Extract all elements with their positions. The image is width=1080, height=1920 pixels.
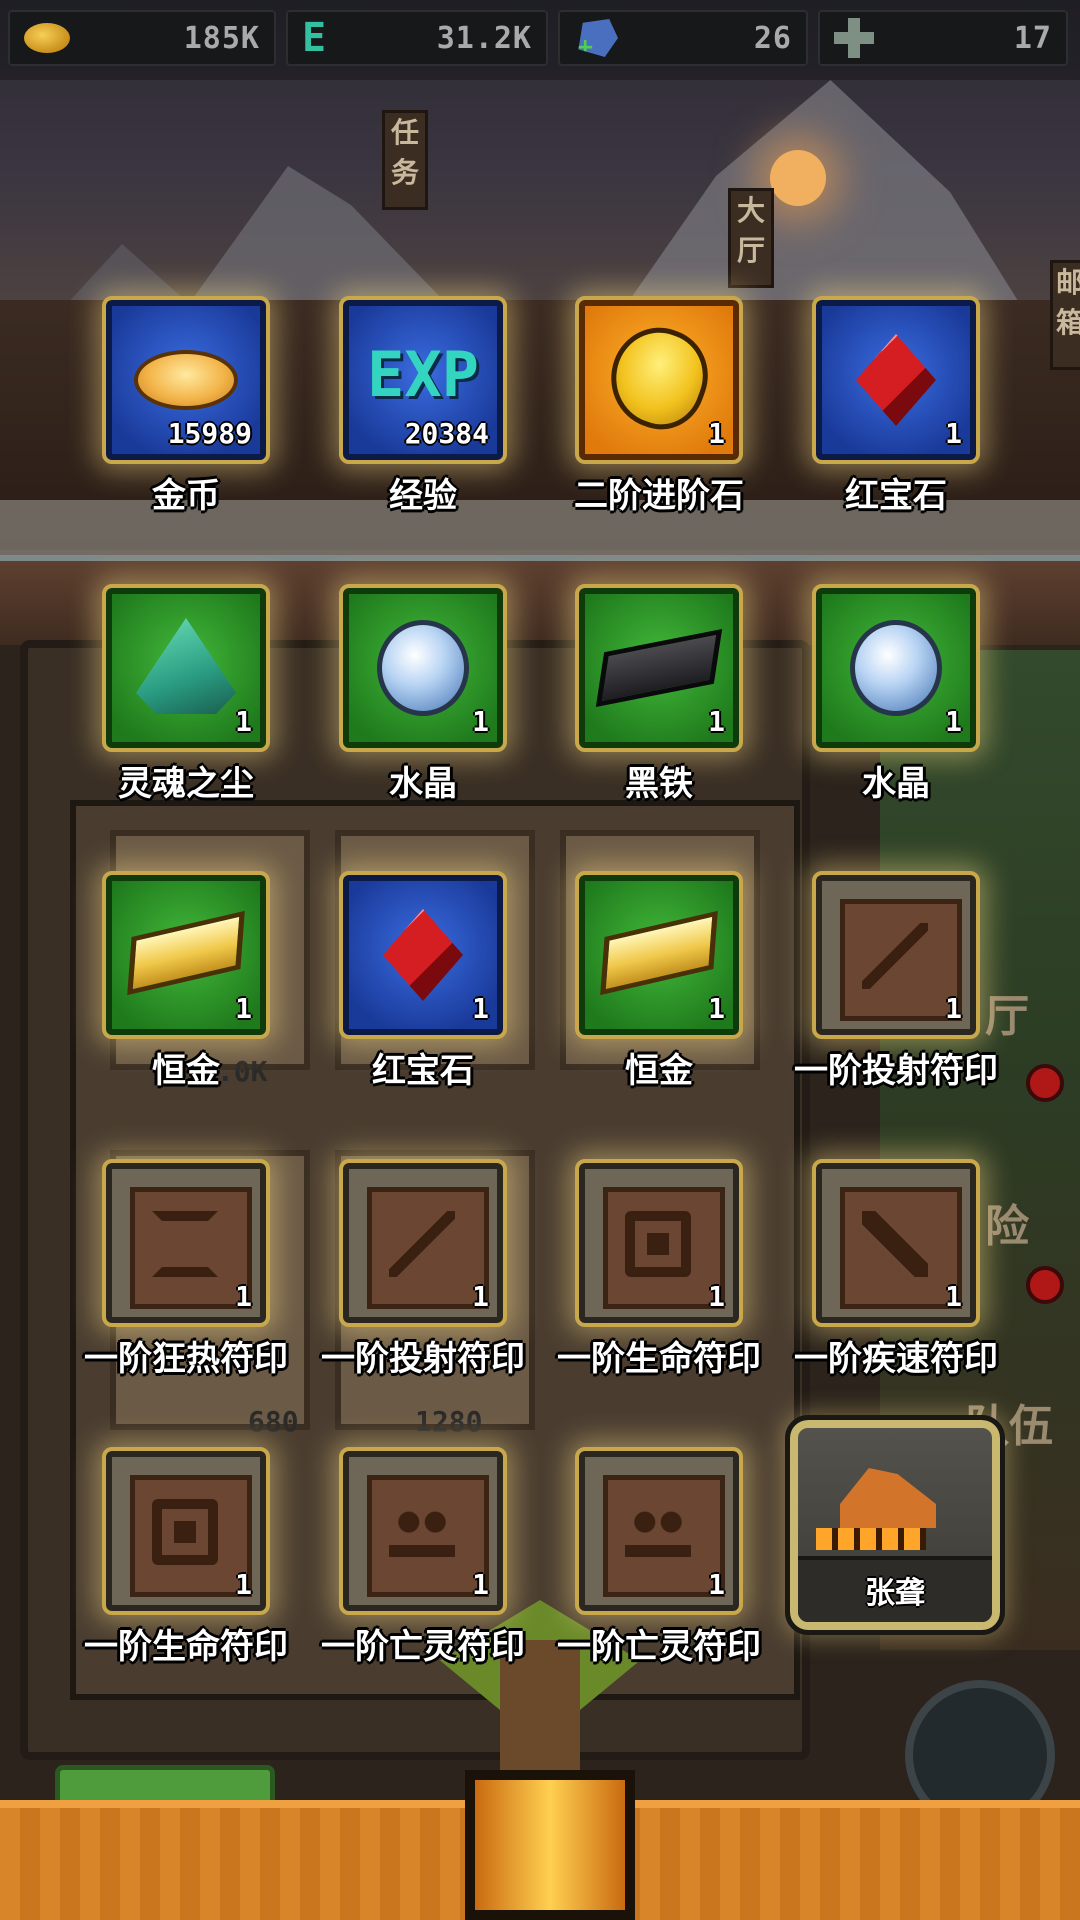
reward-slot[interactable]: 1: [102, 584, 270, 752]
reward-slot[interactable]: 1: [102, 1447, 270, 1615]
hero-card[interactable]: 张聋: [785, 1415, 1005, 1635]
reward-item[interactable]: 1 一阶投射符印: [283, 1159, 525, 1403]
reward-slot[interactable]: 1: [102, 1159, 270, 1327]
reward-name: 一阶疾速符印: [794, 1339, 998, 1379]
reward-count: 1: [945, 705, 962, 738]
reward-count: 1: [472, 992, 489, 1025]
reward-item[interactable]: 1 灵魂之尘: [46, 584, 286, 828]
reward-slot[interactable]: 1: [575, 584, 743, 752]
black-iron-icon: [595, 628, 723, 708]
reward-item[interactable]: 1 一阶生命符印: [46, 1447, 288, 1691]
rune-life-icon: [625, 1211, 691, 1277]
reward-item[interactable]: 1 一阶投射符印: [756, 871, 998, 1115]
reward-slot[interactable]: 1: [812, 1159, 980, 1327]
reward-slot[interactable]: 1: [339, 1447, 507, 1615]
reward-item[interactable]: 1 恒金: [519, 871, 759, 1115]
reward-item[interactable]: 1 水晶: [283, 584, 523, 828]
reward-slot[interactable]: 15989: [102, 296, 270, 464]
reward-item[interactable]: 1 一阶疾速符印: [756, 1159, 998, 1403]
ruby-icon: [856, 334, 936, 426]
reward-name: 红宝石: [845, 476, 947, 516]
reward-item[interactable]: 15989 金币: [46, 296, 286, 540]
gold-bar-icon: [127, 910, 245, 996]
rune-frenzy-icon: [152, 1211, 218, 1277]
reward-item[interactable]: 1 黑铁: [519, 584, 759, 828]
hero-name: 张聋: [865, 1576, 925, 1611]
reward-name: 一阶投射符印: [794, 1051, 998, 1091]
reward-count: 1: [945, 992, 962, 1025]
reward-item[interactable]: 1 恒金: [46, 871, 286, 1115]
gold-bar-icon: [600, 910, 718, 996]
reward-count: 20384: [404, 417, 489, 450]
reward-name: 水晶: [862, 764, 930, 804]
reward-count: 1: [235, 1568, 252, 1601]
reward-item[interactable]: 1 水晶: [756, 584, 996, 828]
reward-count: 1: [708, 417, 725, 450]
reward-count: 1: [472, 1280, 489, 1313]
reward-count: 1: [708, 992, 725, 1025]
reward-slot[interactable]: EXP 20384: [339, 296, 507, 464]
reward-slot[interactable]: 1: [812, 296, 980, 464]
reward-count: 1: [708, 1568, 725, 1601]
reward-item[interactable]: EXP 20384 经验: [283, 296, 523, 540]
rune-undead-icon: [389, 1499, 455, 1565]
reward-slot[interactable]: 1: [812, 871, 980, 1039]
reward-item[interactable]: 1 红宝石: [283, 871, 523, 1115]
hero-sprite-icon: [840, 1468, 936, 1528]
coin-icon: [134, 350, 238, 410]
reward-slot[interactable]: 1: [575, 296, 743, 464]
reward-count: 1: [708, 1280, 725, 1313]
reward-count: 15989: [167, 417, 252, 450]
reward-count: 1: [945, 417, 962, 450]
reward-item[interactable]: 1 一阶狂热符印: [46, 1159, 288, 1403]
reward-slot[interactable]: 1: [102, 871, 270, 1039]
reward-count: 1: [235, 992, 252, 1025]
reward-count: 1: [472, 705, 489, 738]
hero-level-bar: [816, 1528, 926, 1550]
reward-slot[interactable]: 1: [339, 1159, 507, 1327]
rune-undead-icon: [625, 1499, 691, 1565]
reward-slot[interactable]: 1: [575, 1447, 743, 1615]
reward-count: 1: [235, 1280, 252, 1313]
reward-item[interactable]: 1 二阶进阶石: [519, 296, 759, 540]
reward-slot[interactable]: 1: [339, 584, 507, 752]
crystal-icon: [377, 620, 469, 716]
crystal-icon: [850, 620, 942, 716]
reward-slot[interactable]: 1: [575, 871, 743, 1039]
reward-item[interactable]: 1 红宝石: [756, 296, 996, 540]
reward-slot[interactable]: 1: [812, 584, 980, 752]
reward-item[interactable]: 1 一阶亡灵符印: [283, 1447, 525, 1691]
reward-name: 一阶亡灵符印: [557, 1627, 761, 1667]
rune-life-icon: [152, 1499, 218, 1565]
rune-haste-icon: [862, 1211, 928, 1277]
soul-dust-icon: [136, 618, 236, 714]
ruby-icon: [383, 909, 463, 1001]
reward-count: 1: [472, 1568, 489, 1601]
gold-stone-icon: [596, 314, 722, 442]
reward-slot[interactable]: 1: [339, 871, 507, 1039]
rune-shoot-icon: [862, 923, 928, 989]
reward-count: 1: [945, 1280, 962, 1313]
reward-item[interactable]: 1 一阶亡灵符印: [519, 1447, 761, 1691]
reward-slot[interactable]: 1: [575, 1159, 743, 1327]
reward-count: 1: [235, 705, 252, 738]
rune-shoot-icon: [389, 1211, 455, 1277]
reward-item[interactable]: 1 一阶生命符印: [519, 1159, 761, 1403]
reward-count: 1: [708, 705, 725, 738]
reward-overlay[interactable]: 15989 金币 EXP 20384 经验 1 二阶进阶石 1 红宝石 1 灵魂之尘 1 水晶 1 黑铁 1 水…: [0, 0, 1080, 1920]
exp-icon: EXP: [367, 338, 479, 411]
